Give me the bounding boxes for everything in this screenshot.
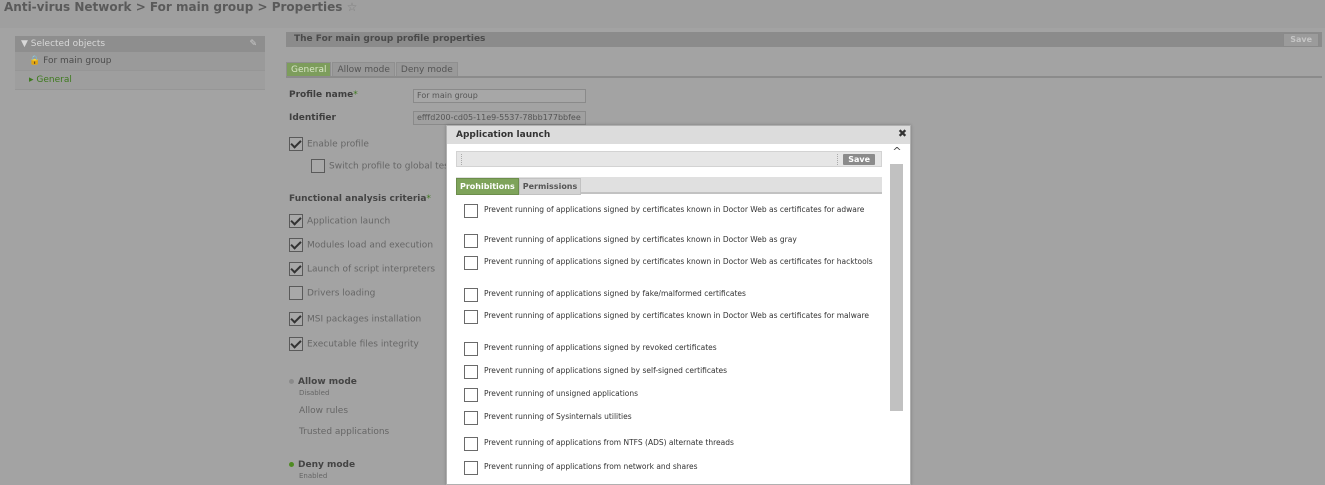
status-dot-icon [289, 379, 294, 384]
sidebar-header[interactable]: ▼ Selected objects ✎ [15, 36, 265, 52]
sidebar-item-label: For main group [43, 56, 112, 66]
profile-properties-header: The For main group profile properties Sa… [286, 32, 1322, 47]
prohibition-label: Prevent running of applications signed b… [484, 366, 728, 375]
favorite-star-icon[interactable]: ☆ [347, 0, 358, 14]
prohibition-checkbox[interactable] [464, 288, 478, 302]
criteria-label: Modules load and execution [307, 240, 434, 251]
identifier-label: Identifier [289, 113, 336, 123]
criteria-checkbox[interactable] [289, 214, 303, 228]
prohibition-checkbox[interactable] [464, 204, 478, 218]
allow-mode-status: Disabled [299, 389, 330, 397]
tab-permissions[interactable]: Permissions [518, 178, 582, 195]
tab-prohibitions[interactable]: Prohibitions [456, 178, 519, 195]
prohibition-checkbox[interactable] [464, 310, 478, 324]
prohibition-checkbox[interactable] [464, 388, 478, 402]
prohibition-checkbox[interactable] [464, 437, 478, 451]
status-dot-icon [289, 462, 294, 467]
dialog-save-button[interactable]: Save [843, 154, 875, 165]
trusted-applications-link[interactable]: Trusted applications [299, 427, 389, 437]
save-button[interactable]: Save [1283, 33, 1319, 47]
prohibition-label: Prevent running of Sysinternals utilitie… [484, 412, 632, 421]
criteria-checkbox[interactable] [289, 312, 303, 326]
dialog-tabs: Prohibitions Permissions [456, 177, 882, 195]
chevron-up-icon[interactable]: ^ [888, 144, 906, 160]
criteria-item[interactable]: Drivers loading [289, 286, 375, 300]
enable-profile-checkbox[interactable] [289, 137, 303, 151]
deny-mode-status: Enabled [299, 472, 328, 480]
breadcrumb: Anti-virus Network > For main group > Pr… [0, 0, 1325, 28]
scrollbar-thumb[interactable] [890, 164, 903, 411]
prohibition-label: Prevent running of applications signed b… [484, 311, 870, 320]
prohibition-label: Prevent running of applications from net… [484, 462, 698, 471]
criteria-label: Drivers loading [307, 288, 376, 299]
criteria-label: Functional analysis criteria [289, 194, 427, 204]
prohibition-label: Prevent running of applications from NTF… [484, 438, 734, 447]
page-title: The For main group profile properties [294, 34, 486, 44]
criteria-item[interactable]: MSI packages installation [289, 312, 421, 326]
enable-profile-label: Enable profile [307, 139, 369, 150]
enable-profile-row[interactable]: Enable profile [289, 137, 369, 151]
criteria-item[interactable]: Launch of script interpreters [289, 262, 435, 276]
dialog-toolbar: Save [456, 151, 882, 167]
deny-mode-section: Deny mode [289, 460, 355, 470]
dialog-title: Application launch [447, 126, 910, 144]
prohibition-checkbox[interactable] [464, 461, 478, 475]
criteria-item[interactable]: Executable files integrity [289, 337, 419, 351]
allow-mode-title: Allow mode [298, 377, 357, 387]
dialog-scrollbar[interactable]: ^ [888, 144, 906, 483]
switch-profile-row[interactable]: Switch profile to global test m [311, 159, 464, 173]
pin-icon[interactable]: ✎ [249, 36, 257, 52]
prohibition-label: Prevent running of unsigned applications [484, 389, 639, 398]
tab-divider [286, 76, 1322, 78]
prohibition-label: Prevent running of applications signed b… [484, 343, 717, 352]
main-tabs: General Allow mode Deny mode [286, 62, 459, 78]
criteria-checkbox[interactable] [289, 286, 303, 300]
criteria-checkbox[interactable] [289, 238, 303, 252]
criteria-label: Executable files integrity [307, 339, 419, 350]
prohibition-checkbox[interactable] [464, 365, 478, 379]
toolbar-separator [837, 154, 839, 165]
prohibition-checkbox[interactable] [464, 411, 478, 425]
profile-name-row: Profile name* [289, 90, 358, 100]
prohibition-label: Prevent running of applications signed b… [484, 289, 746, 298]
sidebar-item-general[interactable]: ▸ General [15, 71, 265, 90]
application-launch-dialog: Application launch Save Prohibitions Per… [446, 125, 911, 485]
prohibition-label: Prevent running of applications signed b… [484, 235, 797, 244]
toolbar-separator [461, 154, 463, 165]
identifier-row: Identifier [289, 113, 336, 123]
criteria-item[interactable]: Modules load and execution [289, 238, 433, 252]
profile-name-label: Profile name [289, 90, 354, 100]
criteria-label: MSI packages installation [307, 314, 422, 325]
criteria-header: Functional analysis criteria* [289, 194, 431, 204]
prohibition-checkbox[interactable] [464, 234, 478, 248]
sidebar-item-for-main-group[interactable]: 🔒 For main group [15, 52, 265, 71]
required-mark: * [353, 90, 358, 100]
switch-profile-label: Switch profile to global test m [329, 161, 465, 172]
criteria-label: Application launch [307, 216, 391, 227]
switch-profile-checkbox[interactable] [311, 159, 325, 173]
allow-rules-link[interactable]: Allow rules [299, 406, 348, 416]
close-icon[interactable]: ✖ [897, 128, 908, 139]
profile-name-input[interactable]: For main group [413, 89, 586, 103]
criteria-label: Launch of script interpreters [307, 264, 436, 275]
prohibition-checkbox[interactable] [464, 342, 478, 356]
sidebar: ▼ Selected objects ✎ 🔒 For main group ▸ … [15, 36, 265, 90]
criteria-item[interactable]: Application launch [289, 214, 390, 228]
prohibition-label: Prevent running of applications signed b… [484, 205, 865, 214]
breadcrumb-text: Anti-virus Network > For main group > Pr… [4, 0, 343, 14]
identifier-field: efffd200-cd05-11e9-5537-78bb177bbfee [413, 111, 586, 125]
criteria-checkbox[interactable] [289, 262, 303, 276]
lock-icon: 🔒 [29, 56, 41, 66]
criteria-checkbox[interactable] [289, 337, 303, 351]
deny-mode-title: Deny mode [298, 460, 356, 470]
sidebar-header-label: ▼ Selected objects [21, 39, 106, 49]
sidebar-item-label: ▸ General [29, 75, 72, 85]
prohibition-label: Prevent running of applications signed b… [484, 257, 873, 266]
required-mark: * [426, 194, 431, 204]
allow-mode-section: Allow mode [289, 377, 357, 387]
prohibition-checkbox[interactable] [464, 256, 478, 270]
